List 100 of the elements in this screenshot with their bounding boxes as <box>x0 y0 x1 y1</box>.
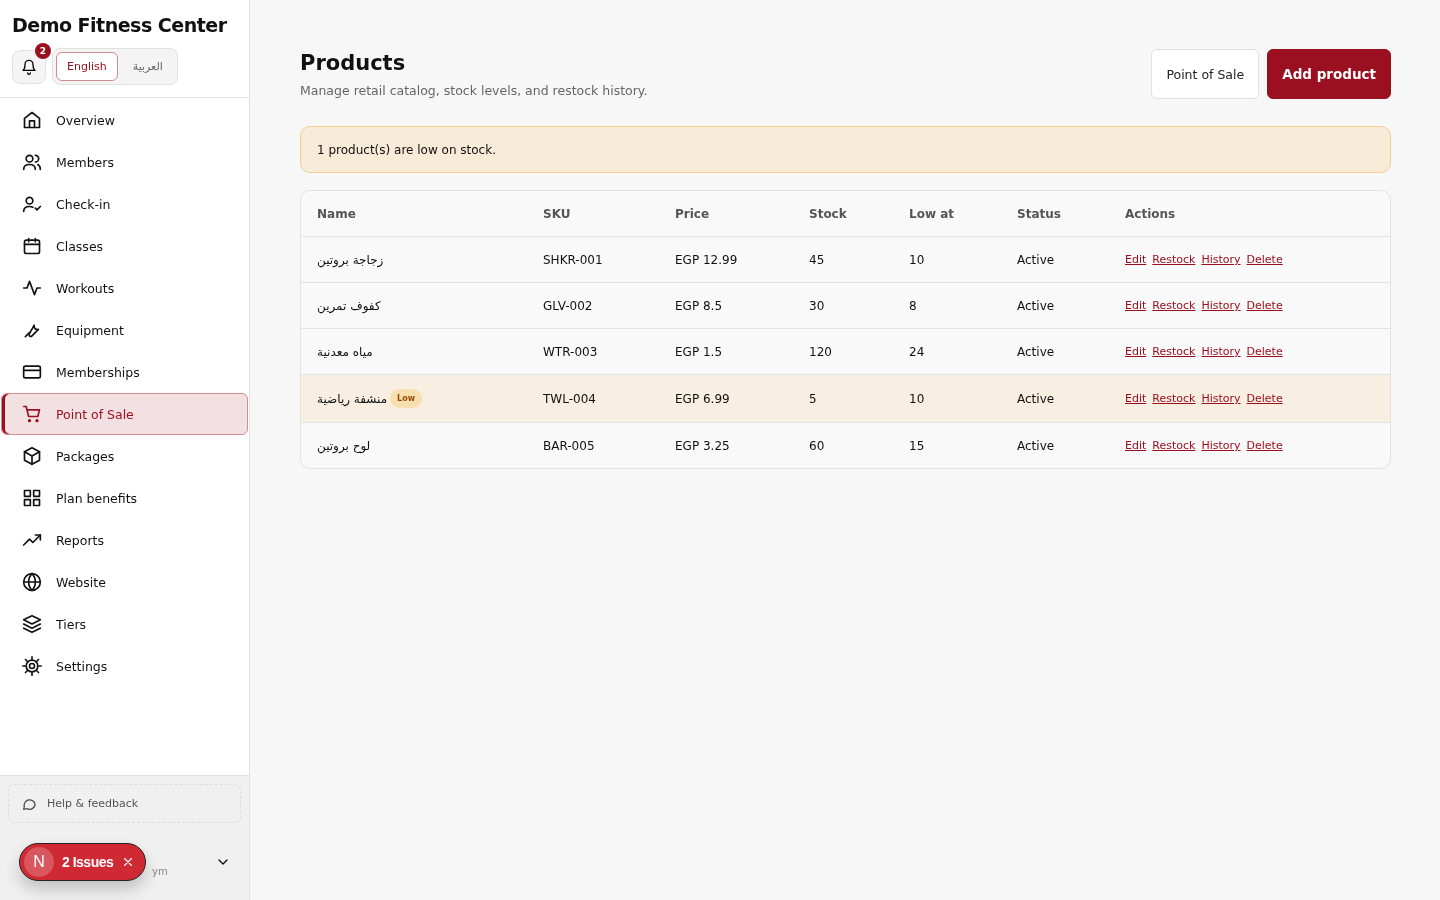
action-link[interactable]: Restock <box>1152 253 1196 266</box>
table-cell: مياه معدنية <box>317 344 373 359</box>
table-cell-text: SHKR-001 <box>543 252 604 267</box>
action-link[interactable]: History <box>1201 253 1241 266</box>
column-header: Price <box>675 206 711 221</box>
action-link[interactable]: History <box>1201 439 1241 452</box>
nav-item[interactable]: Overview <box>1 99 248 141</box>
page-subtitle: Manage retail catalog, stock levels, and restock history. <box>300 83 648 98</box>
table-cell-text: Active <box>1017 252 1056 267</box>
table-cell-text: EGP 6.99 <box>675 391 731 406</box>
user-text: ym <box>152 866 168 877</box>
action-link[interactable]: Delete <box>1246 392 1283 405</box>
table-cell-text: BAR-005 <box>543 438 596 453</box>
action-link[interactable]: Restock <box>1152 345 1196 358</box>
people-icon <box>22 152 42 172</box>
notifications-button[interactable] <box>12 49 46 84</box>
table-cell: زجاجة بروتين <box>317 252 384 267</box>
bell-icon <box>21 58 37 75</box>
table-cell-text: 10 <box>909 252 926 267</box>
globe-icon <box>22 572 42 592</box>
column-header: Name <box>317 206 357 221</box>
table-cell-text: EGP 3.25 <box>675 438 731 453</box>
help-feedback-button[interactable]: Help & feedback <box>8 784 241 823</box>
action-link[interactable]: Delete <box>1246 253 1283 266</box>
settings-icon <box>22 656 42 676</box>
table-cell-text: Active <box>1017 298 1056 313</box>
table-cell-text: 15 <box>909 438 926 453</box>
column-header: SKU <box>543 206 572 221</box>
column-header: Actions <box>1125 206 1177 221</box>
nav-item[interactable]: Point of Sale <box>1 393 248 435</box>
nav-item[interactable]: Settings <box>1 645 248 687</box>
action-link[interactable]: History <box>1201 299 1241 312</box>
low-stock-alert: 1 product(s) are low on stock. <box>300 126 1391 173</box>
table-cell-text: 8 <box>909 298 918 313</box>
table-cell-text: 120 <box>809 344 833 359</box>
column-header: Status <box>1017 206 1062 221</box>
action-link[interactable]: Edit <box>1125 253 1147 266</box>
table-cell-text: TWL-004 <box>543 391 597 406</box>
notification-count: 2 <box>35 42 51 59</box>
table-cell-text: GLV-002 <box>543 298 594 313</box>
nav-item[interactable]: Packages <box>1 435 248 477</box>
action-link[interactable]: Edit <box>1125 439 1147 452</box>
action-link[interactable]: Edit <box>1125 392 1147 405</box>
nav-item[interactable]: Memberships <box>1 351 248 393</box>
action-link[interactable]: Delete <box>1246 345 1283 358</box>
nav-item[interactable]: Workouts <box>1 267 248 309</box>
table-cell: كفوف تمرين <box>317 298 381 313</box>
card-icon <box>22 362 42 382</box>
table-cell-text: WTR-003 <box>543 344 599 359</box>
nav-item[interactable]: Equipment <box>1 309 248 351</box>
nav-item[interactable]: Classes <box>1 225 248 267</box>
table-cell-text: 5 <box>809 391 818 406</box>
page-title: Products <box>300 51 407 75</box>
language-option[interactable]: العربية <box>121 52 174 81</box>
table-cell: لوح بروتين <box>317 438 371 453</box>
table-cell-text: Active <box>1017 391 1056 406</box>
language-option[interactable]: English <box>56 52 118 81</box>
action-link[interactable]: Delete <box>1246 439 1283 452</box>
table-cell-text: 60 <box>809 438 826 453</box>
action-link[interactable]: Restock <box>1152 439 1196 452</box>
table-cell-text: Active <box>1017 438 1056 453</box>
cart-icon <box>22 404 42 424</box>
table-cell-text: 24 <box>909 344 926 359</box>
action-link[interactable]: History <box>1201 392 1241 405</box>
nav-item[interactable]: Check-in <box>1 183 248 225</box>
action-link[interactable]: Restock <box>1152 392 1196 405</box>
issues-label: 2 Issues <box>62 854 114 870</box>
house-icon <box>22 110 42 130</box>
action-link[interactable]: History <box>1201 345 1241 358</box>
low-stock-badge: Low <box>390 389 423 408</box>
table-cell-text: 10 <box>909 391 926 406</box>
table-cell-text: EGP 1.5 <box>675 344 723 359</box>
box-icon <box>22 446 42 466</box>
column-header: Stock <box>809 206 848 221</box>
action-link[interactable]: Edit <box>1125 299 1147 312</box>
nav-item[interactable]: Reports <box>1 519 248 561</box>
nav-item[interactable]: Members <box>1 141 248 183</box>
table-cell-text: Active <box>1017 344 1056 359</box>
table-cell-text: 45 <box>809 252 826 267</box>
table-cell: منشفة رياضية <box>317 391 388 406</box>
issues-badge[interactable]: N 2 Issues <box>19 843 146 881</box>
action-link[interactable]: Edit <box>1125 345 1147 358</box>
calendar-icon <box>22 236 42 256</box>
point-of-sale-button[interactable]: Point of Sale <box>1151 49 1260 99</box>
table-cell-text: EGP 8.5 <box>675 298 723 313</box>
person-check-icon <box>22 194 42 214</box>
action-link[interactable]: Restock <box>1152 299 1196 312</box>
action-link[interactable]: Delete <box>1246 299 1283 312</box>
nav-item[interactable]: Tiers <box>1 603 248 645</box>
nav-item[interactable]: Website <box>1 561 248 603</box>
nav-item[interactable]: Plan benefits <box>1 477 248 519</box>
table-cell-text: EGP 12.99 <box>675 252 739 267</box>
table-cell-text: 30 <box>809 298 826 313</box>
grid-icon <box>22 488 42 508</box>
column-header: Low at <box>909 206 955 221</box>
layers-icon <box>22 614 42 634</box>
add-product-button[interactable]: Add product <box>1267 49 1391 99</box>
brand-title: Demo Fitness Center <box>12 13 227 38</box>
issues-logo: N <box>24 847 54 877</box>
pulse-icon <box>22 278 42 298</box>
